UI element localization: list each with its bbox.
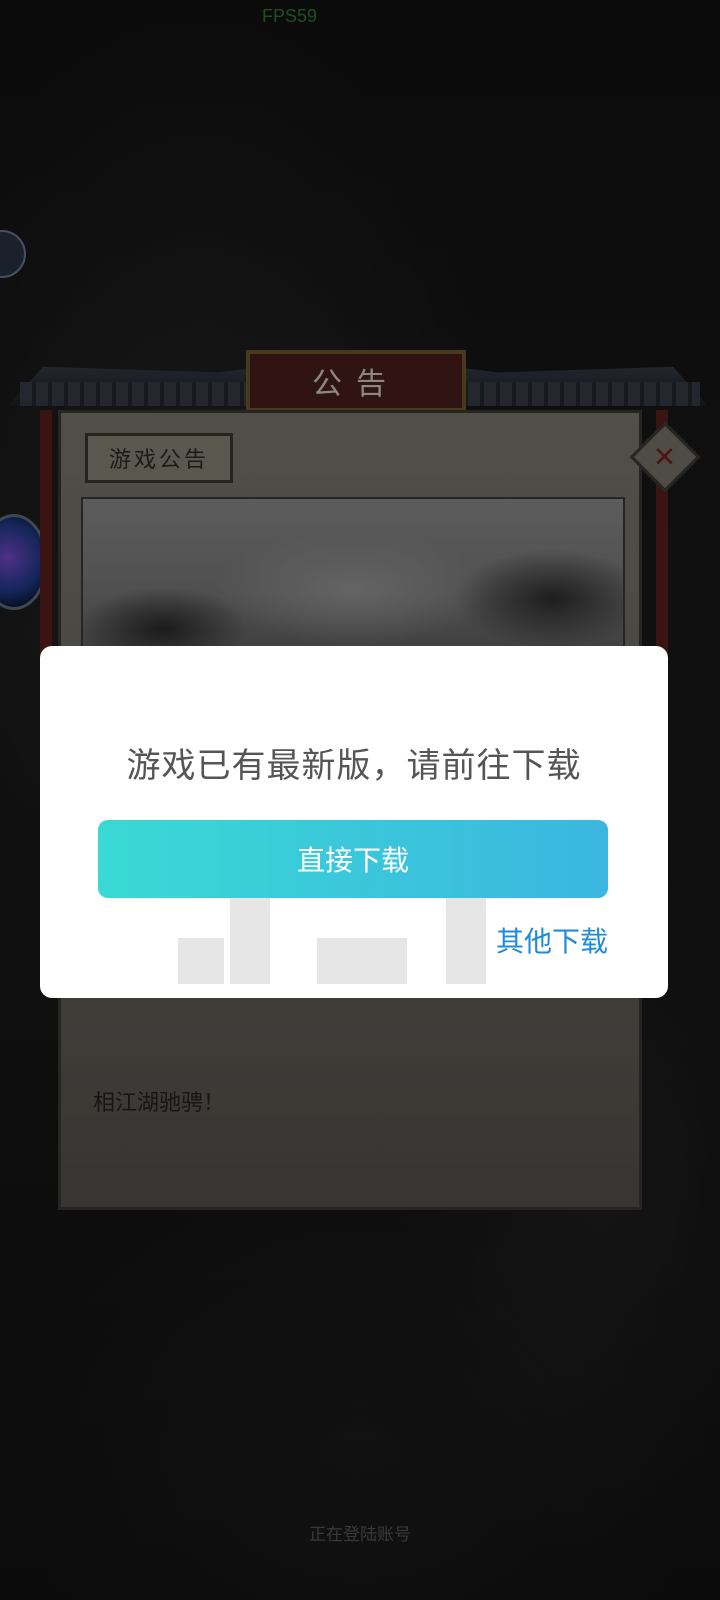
- login-status-text: 正在登陆账号: [309, 1525, 411, 1545]
- update-message: 游戏已有最新版，请前往下载: [126, 746, 582, 786]
- city-decoration: [178, 898, 492, 988]
- direct-download-button[interactable]: 直接下载: [98, 820, 608, 898]
- update-dialog: 游戏已有最新版，请前往下载 直接下载 其他下载: [40, 646, 668, 998]
- other-download-link[interactable]: 其他下载: [496, 920, 608, 960]
